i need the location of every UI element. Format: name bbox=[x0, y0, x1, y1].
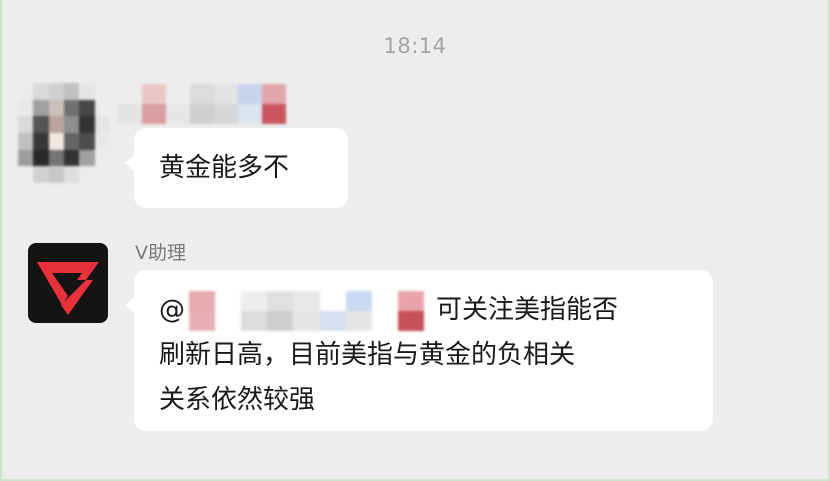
user-name bbox=[118, 84, 310, 124]
message-line: 刷新日高，目前美指与黄金的负相关 bbox=[159, 340, 576, 370]
message-timestamp: 18:14 bbox=[383, 34, 447, 58]
message-bubble[interactable]: @ 可关注美指能否 刷新日高，目前美指与黄金的负相关 关系依然较强 bbox=[125, 270, 713, 431]
message-bubble[interactable]: 黄金能多不 bbox=[125, 128, 348, 208]
message-text: 可关注美指能否 bbox=[436, 295, 619, 325]
user-avatar[interactable] bbox=[18, 83, 110, 183]
message-line: 关系依然较强 bbox=[159, 385, 316, 415]
v-logo-icon[interactable] bbox=[28, 243, 108, 323]
sender-name: V助理 bbox=[135, 242, 186, 264]
message-line: @ 可关注美指能否 bbox=[159, 288, 687, 333]
message-text: 黄金能多不 bbox=[159, 153, 290, 183]
mention-symbol: @ bbox=[159, 295, 185, 325]
mentioned-user-name[interactable] bbox=[189, 290, 424, 331]
